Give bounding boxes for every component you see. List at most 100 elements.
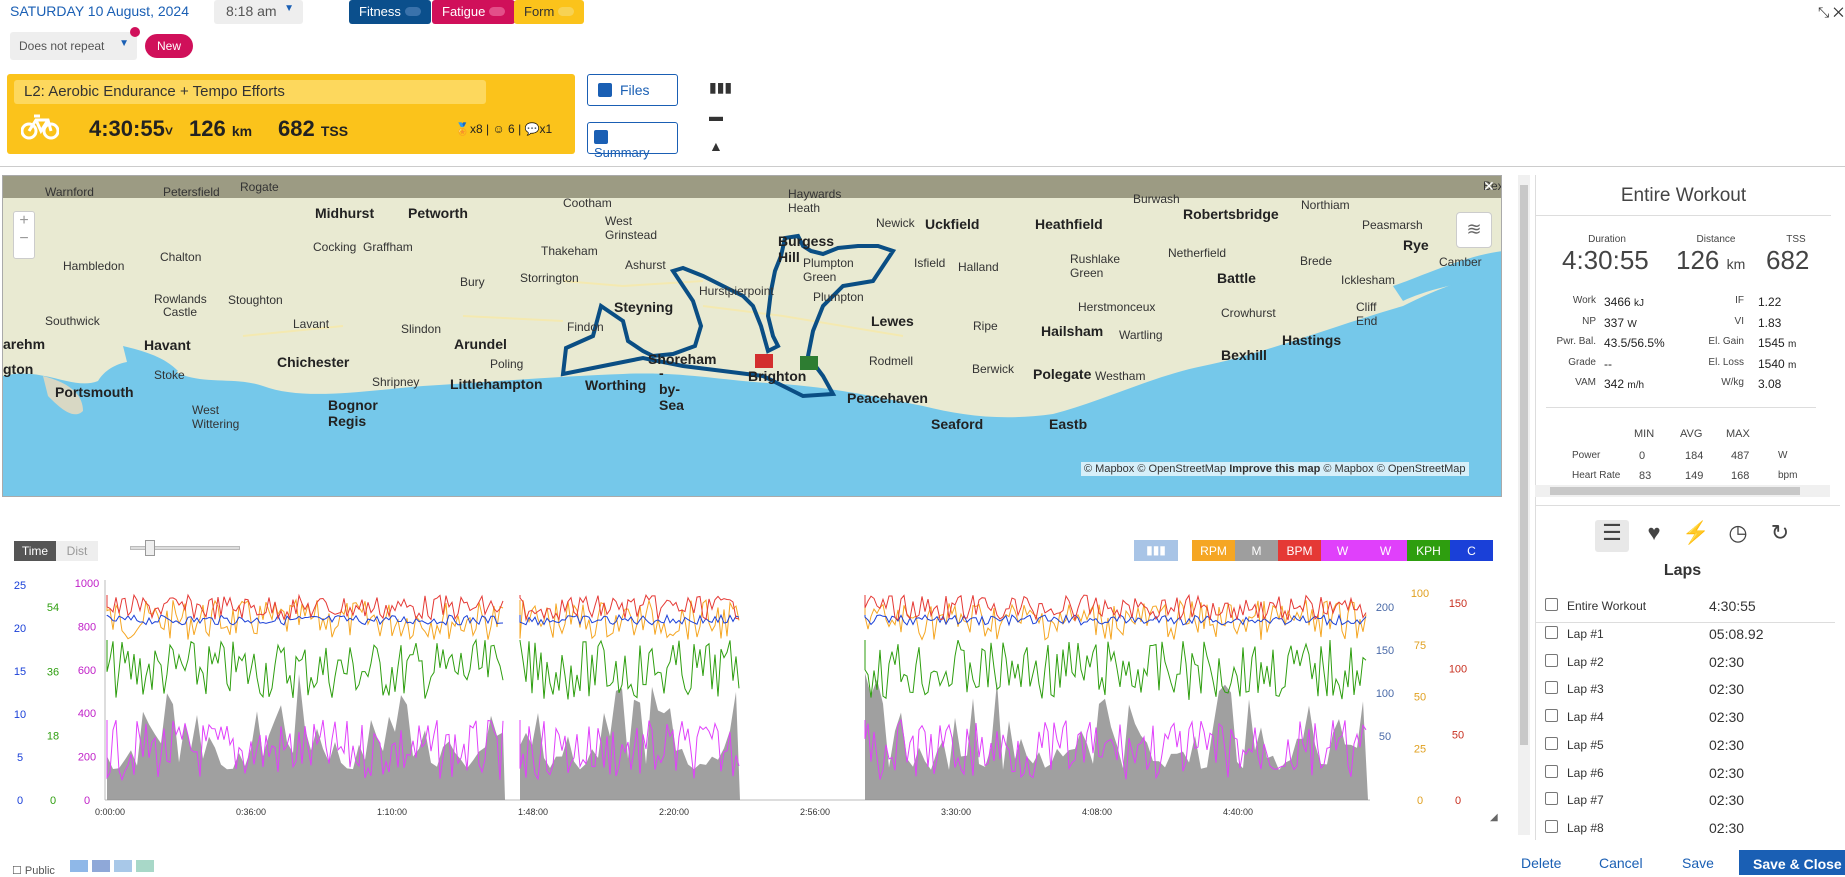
files-button[interactable]: Files	[587, 74, 678, 106]
scrollbar-thumb[interactable]	[1550, 487, 1800, 495]
bar-chart-icon[interactable]: ▮▮▮	[709, 79, 732, 96]
lap-checkbox[interactable]	[1545, 653, 1558, 667]
close-icon[interactable]: ✕	[1483, 178, 1495, 195]
save-close-button[interactable]: Save & Close	[1739, 850, 1845, 875]
email-icon[interactable]	[136, 860, 154, 872]
medal-count: x8	[469, 122, 483, 136]
channel-toggle-c[interactable]: C	[1450, 540, 1493, 561]
lap-checkbox[interactable]	[1545, 598, 1558, 611]
fitness-label: Fitness	[359, 4, 401, 19]
map-place-label: Hastings	[1282, 332, 1342, 348]
series-line	[106, 598, 504, 640]
cancel-button[interactable]: Cancel	[1599, 855, 1643, 871]
lap-checkbox[interactable]	[1545, 709, 1558, 723]
refresh-icon[interactable]: ↻	[1763, 520, 1797, 552]
workout-title[interactable]: L2: Aerobic Endurance + Tempo Efforts	[14, 80, 486, 104]
channel-toggle-rpm[interactable]: RPM	[1192, 540, 1235, 561]
map-place-label: Cliff End	[1356, 300, 1378, 328]
feel-value: 6	[508, 122, 515, 136]
collapse-icon[interactable]: ⤡ ✕	[1818, 4, 1844, 21]
map-place-label: Battle	[1217, 270, 1256, 286]
time-dropdown[interactable]: 8:18 am ▼	[214, 0, 303, 24]
series-line	[864, 599, 1367, 641]
horizontal-scrollbar[interactable]	[1535, 485, 1830, 497]
route-map[interactable]: Warnford Petersfield Rogate Haywards Heath C…	[2, 175, 1502, 497]
fatigue-pill[interactable]: Fatigue	[432, 0, 516, 24]
file-icon	[598, 83, 612, 97]
elevation-area	[865, 672, 1368, 800]
public-checkbox[interactable]: ☐ Public	[12, 864, 55, 877]
y-tick-cadence: 10	[14, 709, 26, 721]
channel-toggle-m[interactable]: M	[1235, 540, 1278, 561]
facebook-icon[interactable]	[92, 860, 110, 872]
twitter-icon[interactable]	[70, 860, 88, 872]
repeat-dropdown[interactable]: Does not repeat ▼	[10, 32, 137, 60]
time-toggle[interactable]: Time	[14, 541, 56, 561]
map-place-label: Ashurst	[625, 258, 666, 272]
y-tick-elevation: 100	[1376, 688, 1394, 700]
lap-name: Lap #1	[1567, 627, 1604, 641]
summary-button[interactable]: Summary	[587, 122, 678, 160]
form-pill[interactable]: Form	[514, 0, 585, 24]
time-dist-toggle[interactable]: Time Dist	[14, 541, 102, 561]
medal-icon[interactable]: 🏅	[455, 122, 470, 136]
map-place-label: Poling	[490, 357, 524, 371]
fitness-pill[interactable]: Fitness	[349, 0, 431, 24]
clock-icon[interactable]: ◷	[1721, 520, 1755, 552]
lightning-icon[interactable]: ⚡	[1679, 520, 1713, 552]
zoom-slider[interactable]	[130, 540, 240, 556]
zoom-control[interactable]: + −	[13, 211, 35, 259]
link-icon[interactable]	[114, 860, 132, 872]
workout-tss: 682 TSS	[278, 116, 348, 142]
lap-checkbox[interactable]	[1545, 626, 1558, 639]
row-unit: bpm	[1778, 470, 1798, 481]
comment-icon[interactable]: ▬	[709, 108, 723, 124]
scrollbar-thumb[interactable]	[1520, 185, 1528, 745]
zoom-in-button[interactable]: +	[14, 212, 34, 230]
map-place-label: Worthing	[585, 377, 647, 393]
slider-handle[interactable]	[145, 540, 155, 556]
scrollbar[interactable]	[1518, 175, 1530, 835]
channel-toggle-kph[interactable]: KPH	[1407, 540, 1450, 561]
heart-icon[interactable]: ♥	[1637, 520, 1671, 552]
map-place-label: Eastb	[1049, 416, 1088, 432]
lap-checkbox[interactable]	[1545, 681, 1558, 695]
improve-map-link[interactable]: Improve this map	[1229, 463, 1320, 475]
new-button[interactable]: New	[145, 34, 193, 58]
lap-duration: 02:30	[1709, 819, 1745, 836]
map-place-label: Cocking	[313, 240, 357, 254]
map-place-label: Bognor Regis	[328, 397, 378, 429]
y-tick-power: 200	[78, 752, 96, 764]
y-tick-rpm: 25	[1414, 743, 1426, 755]
bar-chart-icon[interactable]: ▮▮▮	[1134, 540, 1178, 561]
workout-duration[interactable]: 4:30:55˅	[89, 116, 173, 142]
resize-icon[interactable]: ◢	[1490, 812, 1498, 823]
channel-toggle-bpm[interactable]: BPM	[1278, 540, 1321, 561]
row-value: 83	[1639, 470, 1652, 482]
distance-value: 126	[189, 116, 226, 141]
layers-icon[interactable]: ≋	[1456, 212, 1492, 248]
mountain-icon[interactable]: ▲	[709, 138, 723, 154]
x-tick-label: 0:00:00	[95, 807, 125, 817]
map-place-label: Haywards Heath	[788, 187, 842, 215]
y-tick-power: 1000	[75, 578, 99, 590]
workout-chart[interactable]: 0:00:00 0:36:00 1:10:00 1:48:00 2:20:00 2:56:…	[0, 575, 1520, 825]
dist-toggle[interactable]: Dist	[56, 541, 98, 561]
channel-toggle-w[interactable]: W	[1364, 540, 1407, 561]
lap-checkbox[interactable]	[1545, 764, 1558, 778]
series-line	[106, 638, 504, 699]
delete-button[interactable]: Delete	[1521, 855, 1561, 871]
zoom-out-button[interactable]: −	[14, 230, 34, 248]
lap-checkbox[interactable]	[1545, 792, 1558, 806]
workout-distance: 126 km	[189, 116, 252, 142]
map-place-label: Peasmarsh	[1362, 218, 1423, 232]
lap-checkbox[interactable]	[1545, 736, 1558, 750]
lap-checkbox[interactable]	[1545, 819, 1558, 833]
x-tick-label: 2:20:00	[659, 807, 689, 817]
save-button[interactable]: Save	[1682, 855, 1714, 871]
list-icon[interactable]: ☰	[1595, 520, 1629, 552]
map-place-label: Isfield	[914, 256, 946, 270]
channel-toggle-w[interactable]: W	[1321, 540, 1364, 561]
feel-icon[interactable]: ☺	[492, 122, 504, 136]
comments-icon[interactable]: 💬	[525, 122, 540, 136]
